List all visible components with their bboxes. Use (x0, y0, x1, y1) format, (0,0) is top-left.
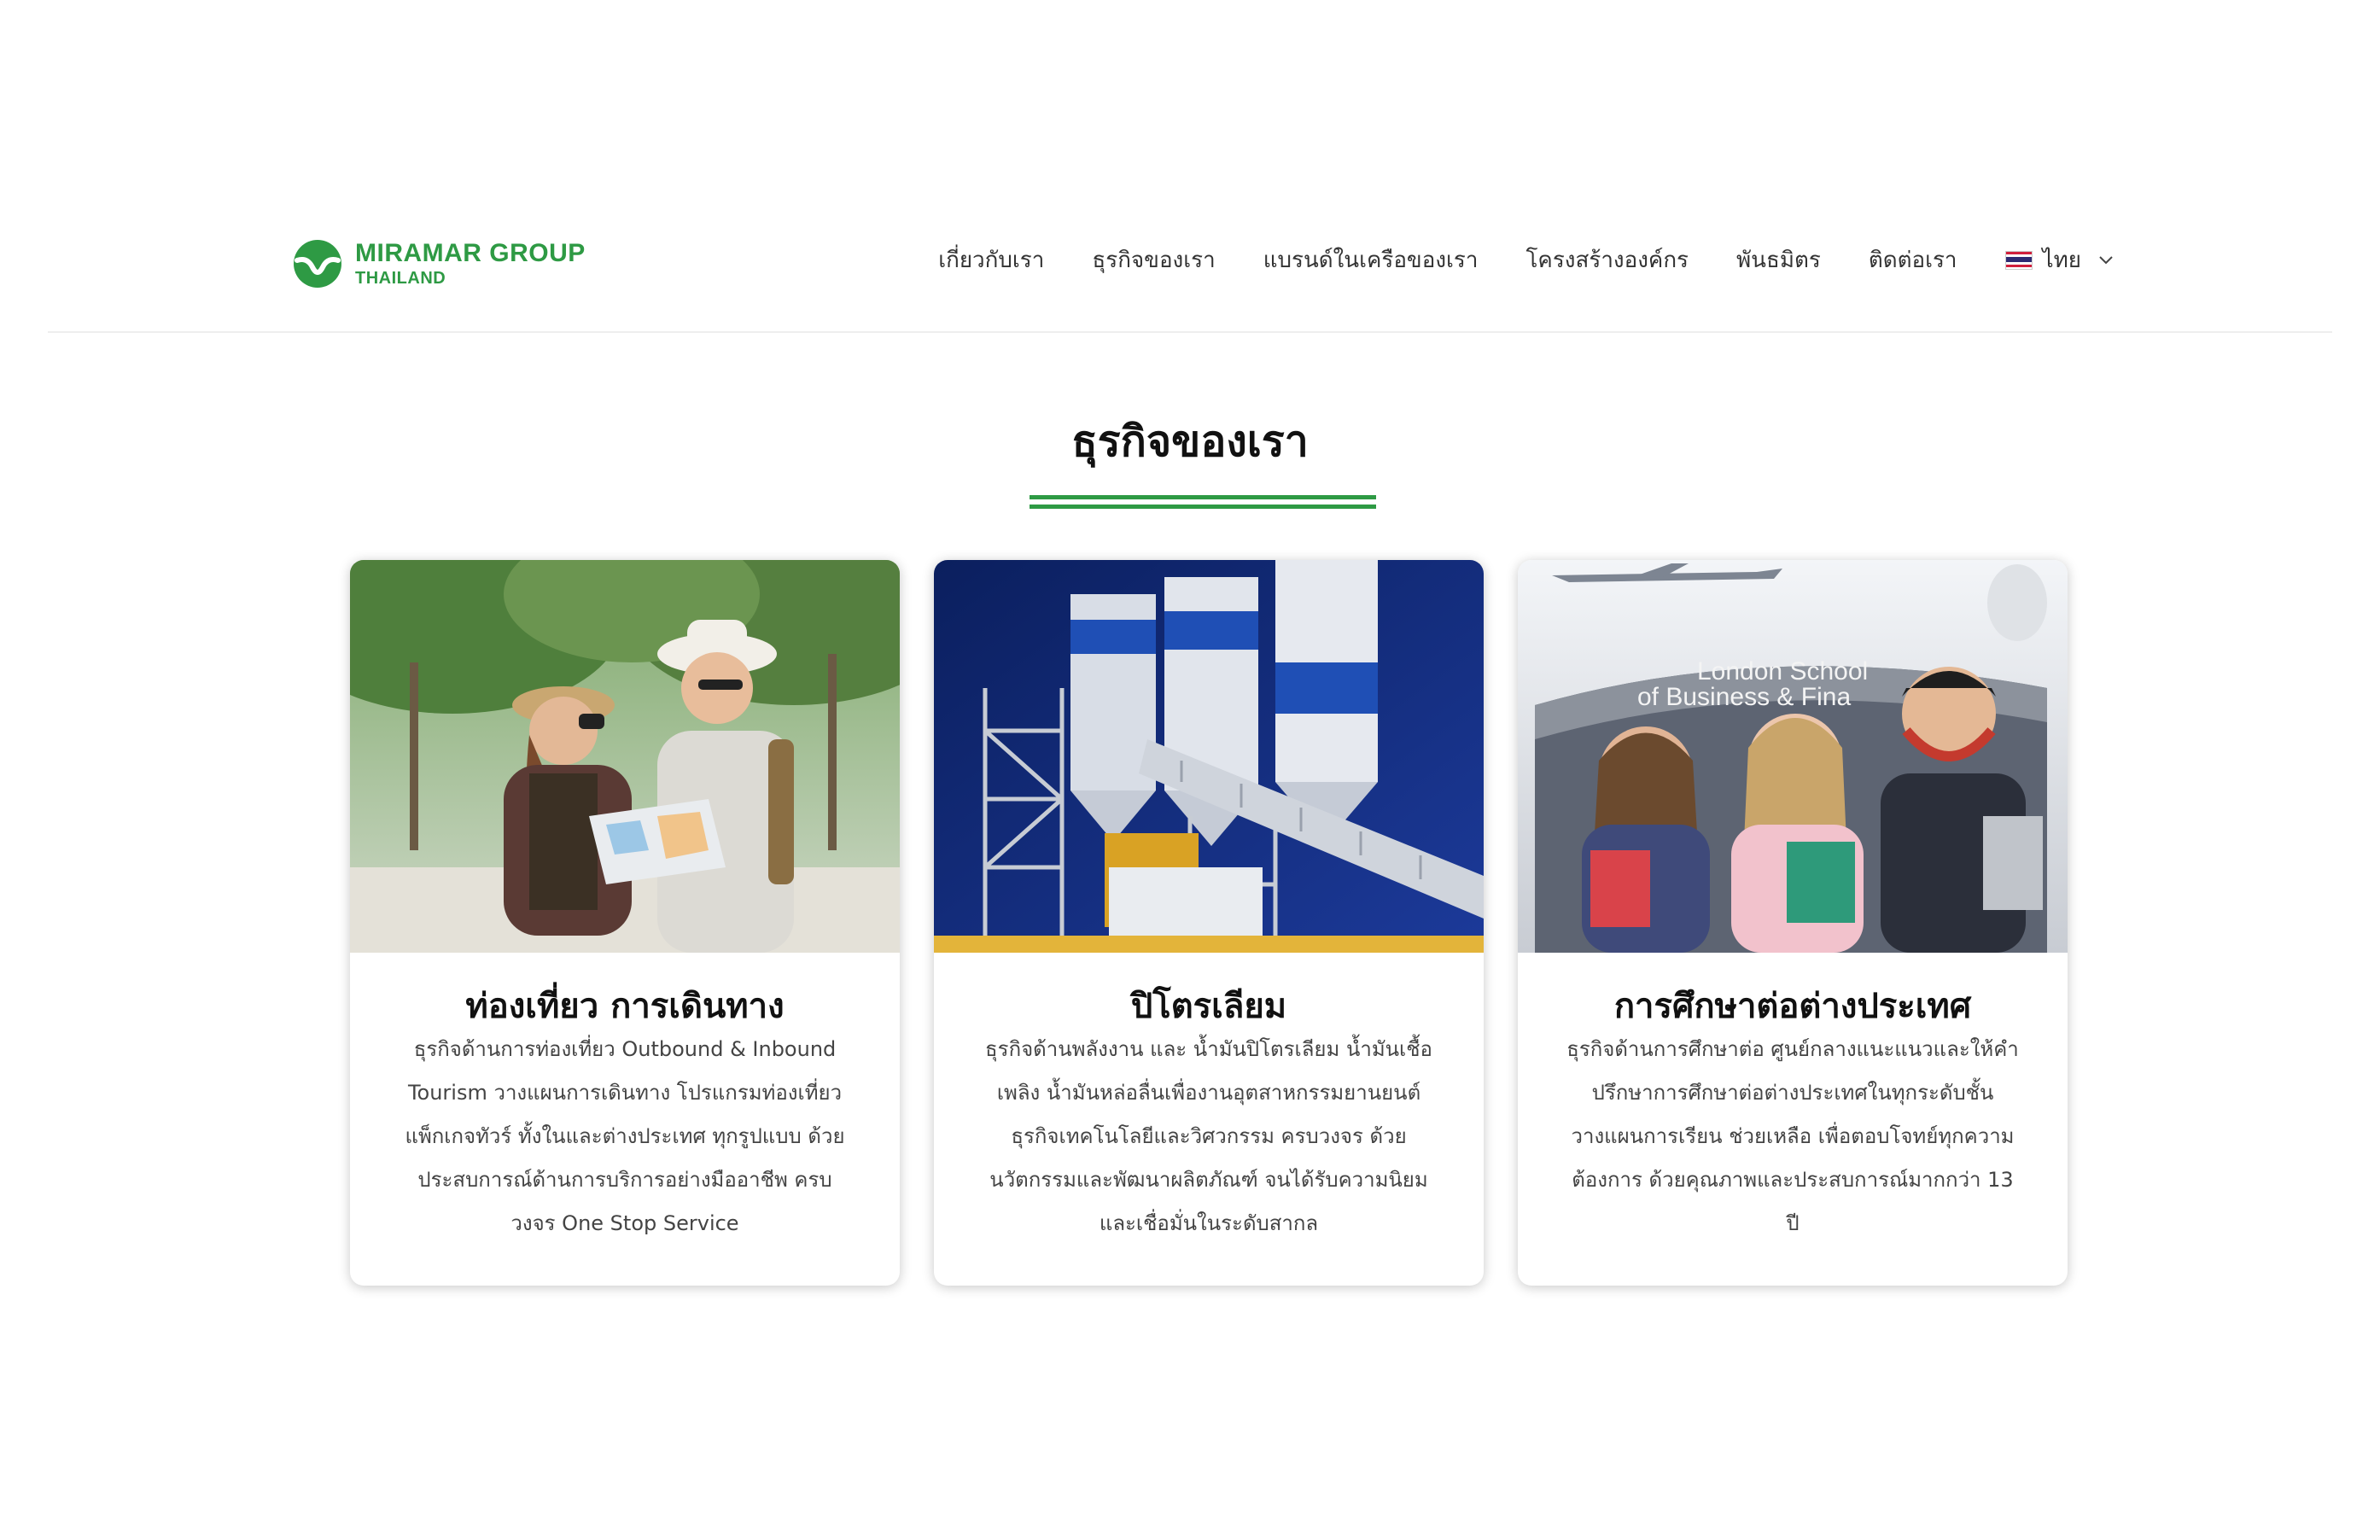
nav-structure[interactable]: โครงสร้างองค์กร (1525, 242, 1689, 277)
card-title: ปิโตรเลียม (1130, 987, 1287, 1026)
section-title: ธุรกิจของเรา (1071, 417, 1309, 466)
logo-title: MIRAMAR GROUP (355, 239, 586, 267)
petroleum-image (934, 560, 1484, 953)
education-image: London School of Business & Fina (1518, 560, 2068, 953)
thai-flag-icon (2004, 250, 2033, 270)
card-title: การศึกษาต่อต่างประเทศ (1613, 987, 1972, 1026)
miramar-logo[interactable]: MIRAMAR GROUP THAILAND (292, 236, 586, 292)
title-underline (1030, 495, 1376, 512)
business-card-education[interactable]: London School of Business & Fina การศึกษ… (1518, 560, 2068, 1286)
site-header: MIRAMAR GROUP THAILAND เกี่ยวกับเรา ธุรก… (48, 188, 2332, 333)
card-description: ธุรกิจด้านการศึกษาต่อ ศูนย์กลางแนะแนวและ… (1566, 1037, 2019, 1235)
card-description: ธุรกิจด้านการท่องเที่ยว Outbound & Inbou… (405, 1037, 845, 1235)
nav-partners[interactable]: พันธมิตร (1736, 242, 1821, 277)
card-title: ท่องเที่ยว การเดินทาง (465, 987, 785, 1026)
card-description: ธุรกิจด้านพลังงาน และ น้ำมันปิโตรเลียม น… (985, 1037, 1432, 1235)
tourism-image (350, 560, 900, 953)
chevron-down-icon (2099, 255, 2113, 264)
nav-about[interactable]: เกี่ยวกับเรา (938, 242, 1044, 277)
miramar-logo-icon (294, 240, 341, 288)
image-sign-line-1: London School (1697, 657, 1868, 685)
nav-brands[interactable]: แบรนด์ในเครือของเรา (1263, 242, 1479, 277)
language-label: ไทย (2042, 248, 2081, 273)
business-card-petroleum[interactable]: ปิโตรเลียม ธุรกิจด้านพลังงาน และ น้ำมันป… (934, 560, 1484, 1286)
nav-contact[interactable]: ติดต่อเรา (1869, 242, 1957, 277)
language-selector[interactable]: ไทย (2004, 242, 2114, 277)
logo-subtitle: THAILAND (355, 269, 446, 288)
main-nav: เกี่ยวกับเรา ธุรกิจของเรา แบรนด์ในเครือข… (938, 242, 2114, 277)
nav-business[interactable]: ธุรกิจของเรา (1092, 242, 1215, 277)
image-sign-line-2: of Business & Fina (1637, 683, 1851, 711)
business-card-tourism[interactable]: ท่องเที่ยว การเดินทาง ธุรกิจด้านการท่องเ… (350, 560, 900, 1286)
